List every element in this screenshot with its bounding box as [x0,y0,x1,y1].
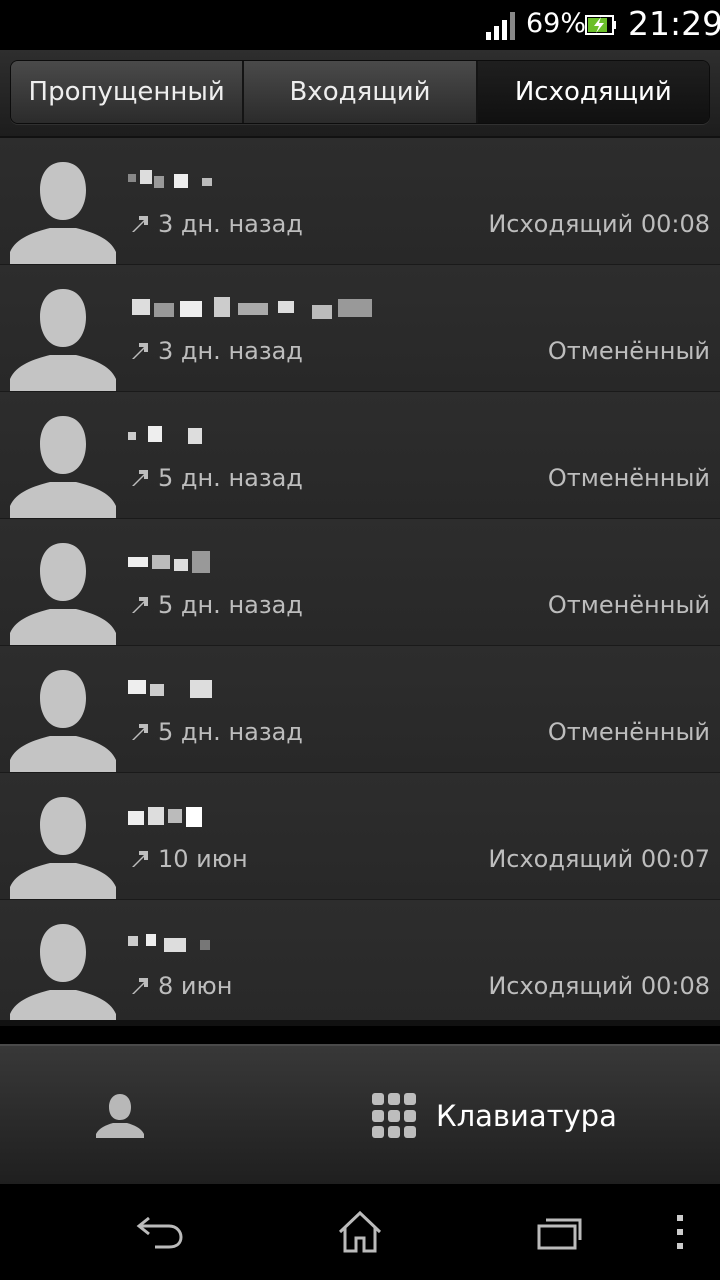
outgoing-call-arrow-icon [132,216,148,232]
contact-avatar-icon[interactable] [10,666,116,772]
home-icon [338,1210,382,1253]
contact-name-obscured [128,426,202,444]
clock: 21:29 [628,4,720,43]
contact-name-obscured [128,807,202,827]
call-time: 3 дн. назад [158,337,303,365]
outgoing-call-arrow-icon [132,724,148,740]
signal-icon [486,12,515,40]
outgoing-call-arrow-icon [132,470,148,486]
call-log-row[interactable]: 8 июн Исходящий 00:08 [0,900,720,1026]
call-time: 10 июн [158,845,248,873]
contact-name-obscured [128,170,212,188]
contact-name-obscured [128,934,210,952]
system-nav-bar [0,1184,720,1280]
contact-avatar-icon[interactable] [10,412,116,518]
keypad-button[interactable]: Клавиатура [360,1046,720,1186]
battery-charging-icon [585,15,616,35]
contact-avatar-icon[interactable] [10,539,116,645]
call-time: 8 июн [158,972,233,1000]
recent-apps-button[interactable] [528,1204,592,1260]
contacts-button[interactable] [0,1046,240,1186]
home-button[interactable] [328,1204,392,1260]
keypad-label: Клавиатура [436,1099,617,1133]
call-status: Исходящий 00:08 [488,972,710,1000]
call-time: 3 дн. назад [158,210,303,238]
tab-missed[interactable]: Пропущенный [11,61,245,123]
menu-button[interactable] [664,1204,696,1260]
contact-avatar-icon[interactable] [10,285,116,391]
call-log-row[interactable]: 3 дн. назад Исходящий 00:08 [0,138,720,265]
status-bar: 69% 21:29 [0,0,720,50]
call-log-row[interactable]: 3 дн. назад Отменённый [0,265,720,392]
contact-avatar-icon[interactable] [10,920,116,1026]
call-filter-tabbar: Пропущенный Входящий Исходящий [0,50,720,138]
call-log-row[interactable]: 5 дн. назад Отменённый [0,519,720,646]
call-status: Отменённый [547,464,710,492]
outgoing-call-arrow-icon [132,851,148,867]
tab-incoming[interactable]: Входящий [244,61,478,123]
dialer-action-bar: Клавиатура [0,1044,720,1184]
call-status: Исходящий 00:08 [488,210,710,238]
call-filter-tabs: Пропущенный Входящий Исходящий [10,60,710,124]
tab-outgoing[interactable]: Исходящий [477,61,709,123]
call-status: Отменённый [547,337,710,365]
outgoing-call-arrow-icon [132,343,148,359]
back-icon [136,1216,183,1249]
contact-icon [96,1094,144,1138]
menu-icon [677,1215,683,1249]
contact-avatar-icon[interactable] [10,158,116,264]
call-status: Исходящий 00:07 [488,845,710,873]
contact-name-obscured [128,551,210,573]
list-divider [0,1020,720,1026]
outgoing-call-arrow-icon [132,597,148,613]
contact-name-obscured [132,297,372,319]
contact-name-obscured [128,680,212,698]
call-status: Отменённый [547,718,710,746]
call-time: 5 дн. назад [158,591,303,619]
call-time: 5 дн. назад [158,718,303,746]
outgoing-call-arrow-icon [132,978,148,994]
call-log-row[interactable]: 10 июн Исходящий 00:07 [0,773,720,900]
contact-avatar-icon[interactable] [10,793,116,899]
battery-percent: 69% [526,8,587,39]
recent-apps-icon [537,1218,582,1250]
keypad-icon [372,1093,418,1139]
call-log-row[interactable]: 5 дн. назад Отменённый [0,392,720,519]
call-status: Отменённый [547,591,710,619]
call-time: 5 дн. назад [158,464,303,492]
call-log-row[interactable]: 5 дн. назад Отменённый [0,646,720,773]
back-button[interactable] [128,1204,192,1260]
call-log-list: 3 дн. назад Исходящий 00:08 3 дн. назад … [0,138,720,1026]
